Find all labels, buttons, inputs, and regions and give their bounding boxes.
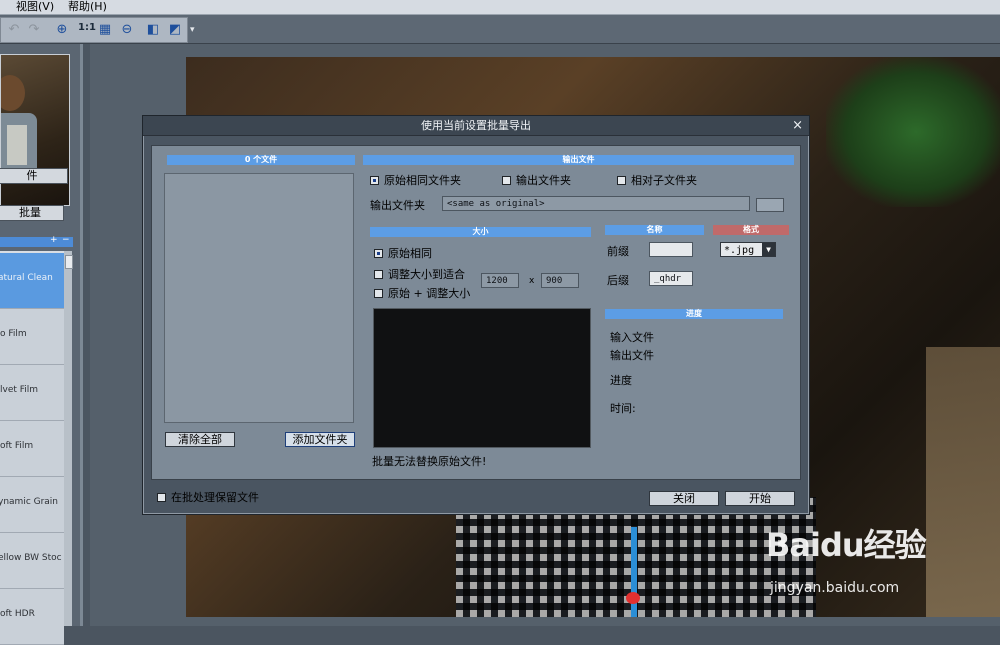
checkbox-icon — [157, 492, 166, 502]
output-folder-field[interactable]: <same as original> — [442, 196, 750, 211]
start-button[interactable]: 开始 — [725, 491, 795, 506]
dest-same-folder[interactable]: 原始相同文件夹 — [370, 174, 461, 187]
prefix-label: 前缀 — [607, 245, 629, 258]
time-label: 时间: — [610, 402, 636, 415]
radio-icon — [370, 175, 379, 185]
preview-pane — [373, 308, 591, 448]
files-header: 0 个文件 — [167, 155, 355, 165]
browse-button[interactable] — [756, 198, 784, 212]
batch-export-dialog: 使用当前设置批量导出 × 0 个文件 清除全部 添加文件夹 输出文件 原始相同文… — [142, 115, 810, 515]
name-header: 名称 — [605, 225, 704, 235]
clear-all-button[interactable]: 清除全部 — [165, 432, 235, 447]
dest-output-folder[interactable]: 输出文件夹 — [502, 174, 571, 187]
progress-output-file-label: 输出文件 — [610, 349, 654, 362]
add-preset-icon[interactable]: + — [50, 235, 58, 245]
menu-view[interactable]: 视图(V) — [16, 0, 54, 14]
width-input[interactable]: 1200 — [481, 273, 519, 288]
preset-item[interactable]: oft Film — [0, 421, 64, 477]
preset-label: ellow BW Stoc — [0, 553, 62, 563]
redo-icon[interactable]: ↷ — [25, 21, 43, 39]
output-folder-label: 输出文件夹 — [370, 199, 425, 212]
close-button[interactable]: 关闭 — [649, 491, 719, 506]
scrollbar-thumb[interactable] — [65, 255, 73, 269]
size-fit[interactable]: 调整大小到适合 — [374, 268, 465, 281]
format-value: *.jpg — [724, 245, 755, 256]
dest-relative-subfolder[interactable]: 相对子文件夹 — [617, 174, 697, 187]
watermark-url: jingyan.baidu.com — [770, 580, 900, 596]
remove-preset-icon[interactable]: − — [62, 235, 70, 245]
close-icon[interactable]: × — [792, 116, 803, 135]
suffix-input[interactable]: _qhdr — [649, 271, 693, 286]
checkbox-icon — [374, 269, 383, 279]
height-input[interactable]: 900 — [541, 273, 579, 288]
preset-item[interactable]: ellow BW Stoc — [0, 533, 64, 589]
preset-label: oft Film — [0, 441, 34, 451]
menu-bar: 视图(V) 帮助(H) — [0, 0, 1000, 15]
menu-help[interactable]: 帮助(H) — [68, 0, 107, 14]
size-original-plus-resize[interactable]: 原始 + 调整大小 — [374, 287, 470, 300]
preset-item[interactable]: ynamic Grain — [0, 477, 64, 533]
presets-header: + − — [0, 235, 73, 247]
checkbox-icon — [502, 175, 511, 185]
preset-label: o Film — [0, 329, 27, 339]
preset-item[interactable]: oft HDR — [0, 589, 64, 645]
size-original[interactable]: 原始相同 — [374, 247, 432, 260]
preset-label: lvet Film — [0, 385, 39, 395]
toolbar: ↶ ↷ ⊕ 1:1 ▦ ⊖ ◧ ◩ ▾ — [0, 15, 1000, 44]
compare-icon[interactable]: ◧ — [144, 21, 162, 39]
batch-button[interactable]: 批量 — [0, 205, 64, 221]
watermark-brand: Baidu经验 — [766, 526, 927, 564]
zoom-in-icon[interactable]: ⊕ — [53, 21, 71, 39]
swap-icon[interactable]: ◩ — [166, 21, 184, 39]
keep-files-checkbox[interactable]: 在批处理保留文件 — [157, 491, 259, 504]
size-header: 大小 — [370, 227, 591, 237]
fit-icon[interactable]: ▦ — [96, 21, 114, 39]
preset-item[interactable]: atural Clean — [0, 253, 64, 309]
times-label: x — [529, 276, 535, 286]
preset-label: oft HDR — [0, 609, 35, 619]
presets-list: atural Clean o Film lvet Film oft Film y… — [0, 251, 64, 645]
progress-header: 进度 — [605, 309, 783, 319]
dialog-body: 0 个文件 清除全部 添加文件夹 输出文件 原始相同文件夹 输出文件夹 相对子文… — [151, 145, 801, 480]
file-list[interactable] — [164, 173, 354, 423]
radio-icon — [374, 248, 383, 258]
chevron-down-icon[interactable]: ▼ — [762, 243, 775, 256]
preset-item[interactable]: lvet Film — [0, 365, 64, 421]
preset-label: ynamic Grain — [0, 497, 59, 507]
warning-text: 批量无法替换原始文件! — [372, 455, 487, 468]
checkbox-icon — [374, 288, 383, 298]
output-header: 输出文件 — [363, 155, 794, 165]
format-header: 格式 — [713, 225, 789, 235]
progress-label: 进度 — [610, 374, 632, 387]
toolbar-overflow-icon[interactable]: ▾ — [190, 25, 195, 35]
suffix-label: 后缀 — [607, 274, 629, 287]
checkbox-icon — [617, 175, 626, 185]
presets-scrollbar[interactable] — [64, 251, 73, 626]
toolbar-group: ↶ ↷ ⊕ 1:1 ▦ ⊖ ◧ ◩ — [0, 17, 188, 43]
zoom-out-icon[interactable]: ⊖ — [118, 21, 136, 39]
preset-item[interactable]: o Film — [0, 309, 64, 365]
prefix-input[interactable] — [649, 242, 693, 257]
watermark: Baidu经验 jingyan.baidu.com — [766, 520, 927, 596]
undo-icon[interactable]: ↶ — [5, 21, 23, 39]
file-button[interactable]: 件 — [0, 168, 68, 184]
dialog-title: 使用当前设置批量导出 — [143, 116, 809, 136]
zoom-actual-button[interactable]: 1:1 — [78, 22, 96, 33]
preset-label: atural Clean — [0, 273, 53, 283]
format-select[interactable]: *.jpg ▼ — [720, 242, 776, 257]
progress-input-file-label: 输入文件 — [610, 331, 654, 344]
add-folder-button[interactable]: 添加文件夹 — [285, 432, 355, 447]
